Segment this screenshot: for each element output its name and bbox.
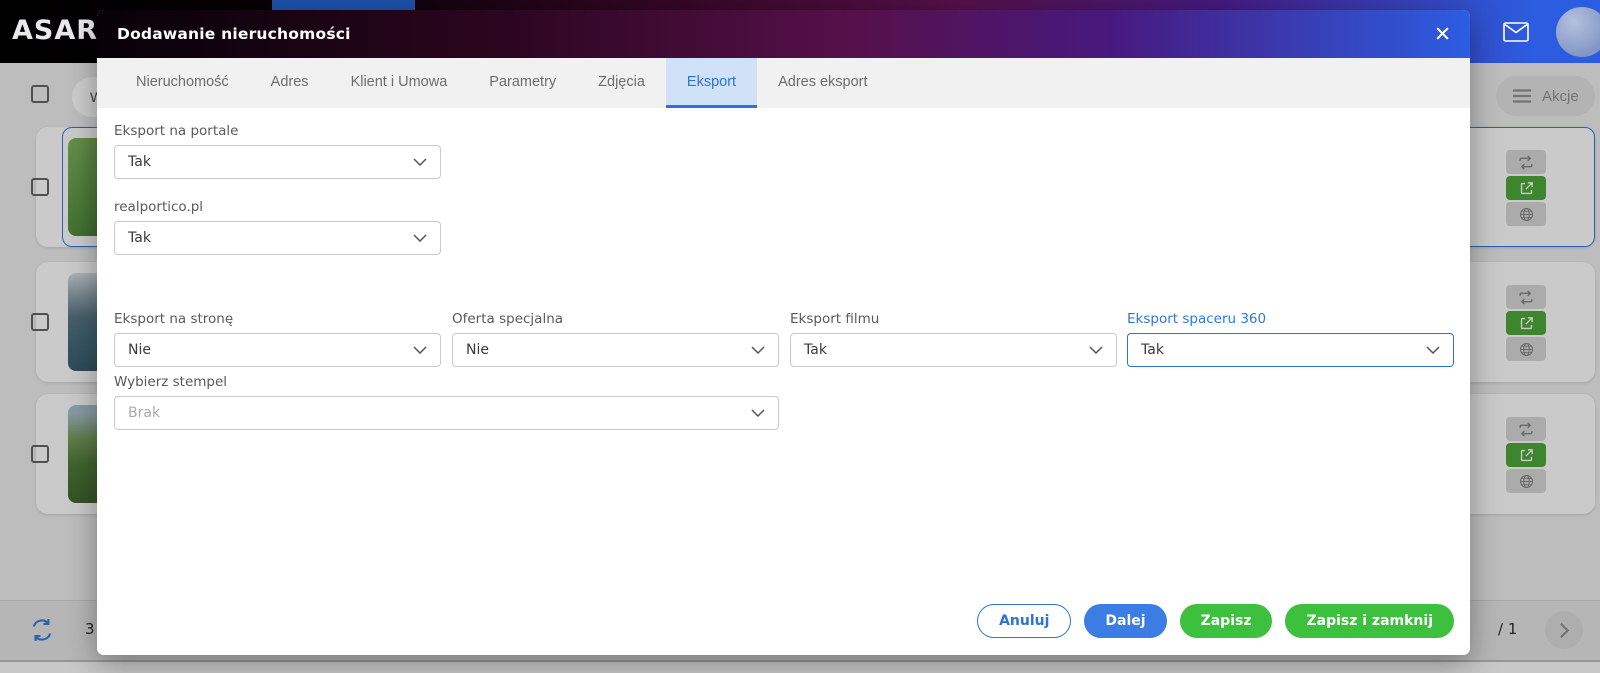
tab-nieruchomosc[interactable]: Nieruchomość <box>115 58 250 108</box>
select-value: Tak <box>804 342 827 358</box>
save-and-close-button[interactable]: Zapisz i zamknij <box>1285 604 1454 638</box>
next-button[interactable]: Dalej <box>1084 604 1166 638</box>
select-value: Tak <box>1141 342 1164 358</box>
modal-title: Dodawanie nieruchomości <box>117 25 351 43</box>
chevron-down-icon <box>751 346 765 354</box>
user-avatar[interactable] <box>1556 7 1600 57</box>
field-oferta-specjalna: Oferta specjalna Nie <box>452 311 779 367</box>
field-eksport-na-strone: Eksport na stronę Nie <box>114 311 441 367</box>
field-wybierz-stempel: Wybierz stempel Brak <box>114 374 779 430</box>
field-label: Oferta specjalna <box>452 311 779 327</box>
field-label: Eksport na stronę <box>114 311 441 327</box>
chevron-down-icon <box>1089 346 1103 354</box>
chevron-down-icon <box>413 234 427 242</box>
field-realportico: realportico.pl Tak <box>114 199 441 255</box>
select-value: Brak <box>128 405 160 421</box>
mail-icon[interactable] <box>1503 22 1529 42</box>
tab-klient-i-umowa[interactable]: Klient i Umowa <box>330 58 469 108</box>
close-button[interactable] <box>1432 25 1452 45</box>
wybierz-stempel-select[interactable]: Brak <box>114 396 779 430</box>
cancel-button[interactable]: Anuluj <box>977 604 1071 638</box>
modal-tab-bar: Nieruchomość Adres Klient i Umowa Parame… <box>97 58 1470 108</box>
oferta-specjalna-select[interactable]: Nie <box>452 333 779 367</box>
field-label: Eksport na portale <box>114 123 441 139</box>
field-eksport-na-portale: Eksport na portale Tak <box>114 123 441 179</box>
eksport-na-portale-select[interactable]: Tak <box>114 145 441 179</box>
select-value: Nie <box>128 342 151 358</box>
chevron-down-icon <box>413 158 427 166</box>
field-label: Eksport filmu <box>790 311 1117 327</box>
modal-body: Eksport na portale Tak realportico.pl Ta… <box>97 108 1470 655</box>
select-value: Tak <box>128 230 151 246</box>
chevron-down-icon <box>1426 346 1440 354</box>
select-value: Tak <box>128 154 151 170</box>
tab-adres-eksport[interactable]: Adres eksport <box>757 58 888 108</box>
close-icon <box>1435 26 1450 41</box>
tab-eksport[interactable]: Eksport <box>666 58 757 108</box>
tab-zdjecia[interactable]: Zdjęcia <box>577 58 666 108</box>
field-eksport-filmu: Eksport filmu Tak <box>790 311 1117 367</box>
tab-parametry[interactable]: Parametry <box>468 58 577 108</box>
tab-adres[interactable]: Adres <box>250 58 330 108</box>
chevron-down-icon <box>413 346 427 354</box>
eksport-filmu-select[interactable]: Tak <box>790 333 1117 367</box>
select-value: Nie <box>466 342 489 358</box>
save-button[interactable]: Zapisz <box>1180 604 1273 638</box>
modal-action-buttons: Anuluj Dalej Zapisz Zapisz i zamknij <box>977 604 1454 638</box>
field-label: realportico.pl <box>114 199 441 215</box>
realportico-select[interactable]: Tak <box>114 221 441 255</box>
asari-logo-text: ASAR <box>12 15 98 46</box>
eksport-na-strone-select[interactable]: Nie <box>114 333 441 367</box>
modal-header: Dodawanie nieruchomości <box>97 10 1470 58</box>
eksport-spaceru-360-select[interactable]: Tak <box>1127 333 1454 367</box>
field-eksport-spaceru-360: Eksport spaceru 360 Tak <box>1127 311 1454 367</box>
chevron-down-icon <box>751 409 765 417</box>
field-label: Eksport spaceru 360 <box>1127 311 1454 327</box>
field-label: Wybierz stempel <box>114 374 779 390</box>
page: ASAR Ws Akcje <box>0 0 1600 673</box>
active-nav-indicator <box>272 0 415 10</box>
add-property-modal: Dodawanie nieruchomości Nieruchomość Adr… <box>97 10 1470 655</box>
asari-logo: ASAR <box>12 14 98 48</box>
